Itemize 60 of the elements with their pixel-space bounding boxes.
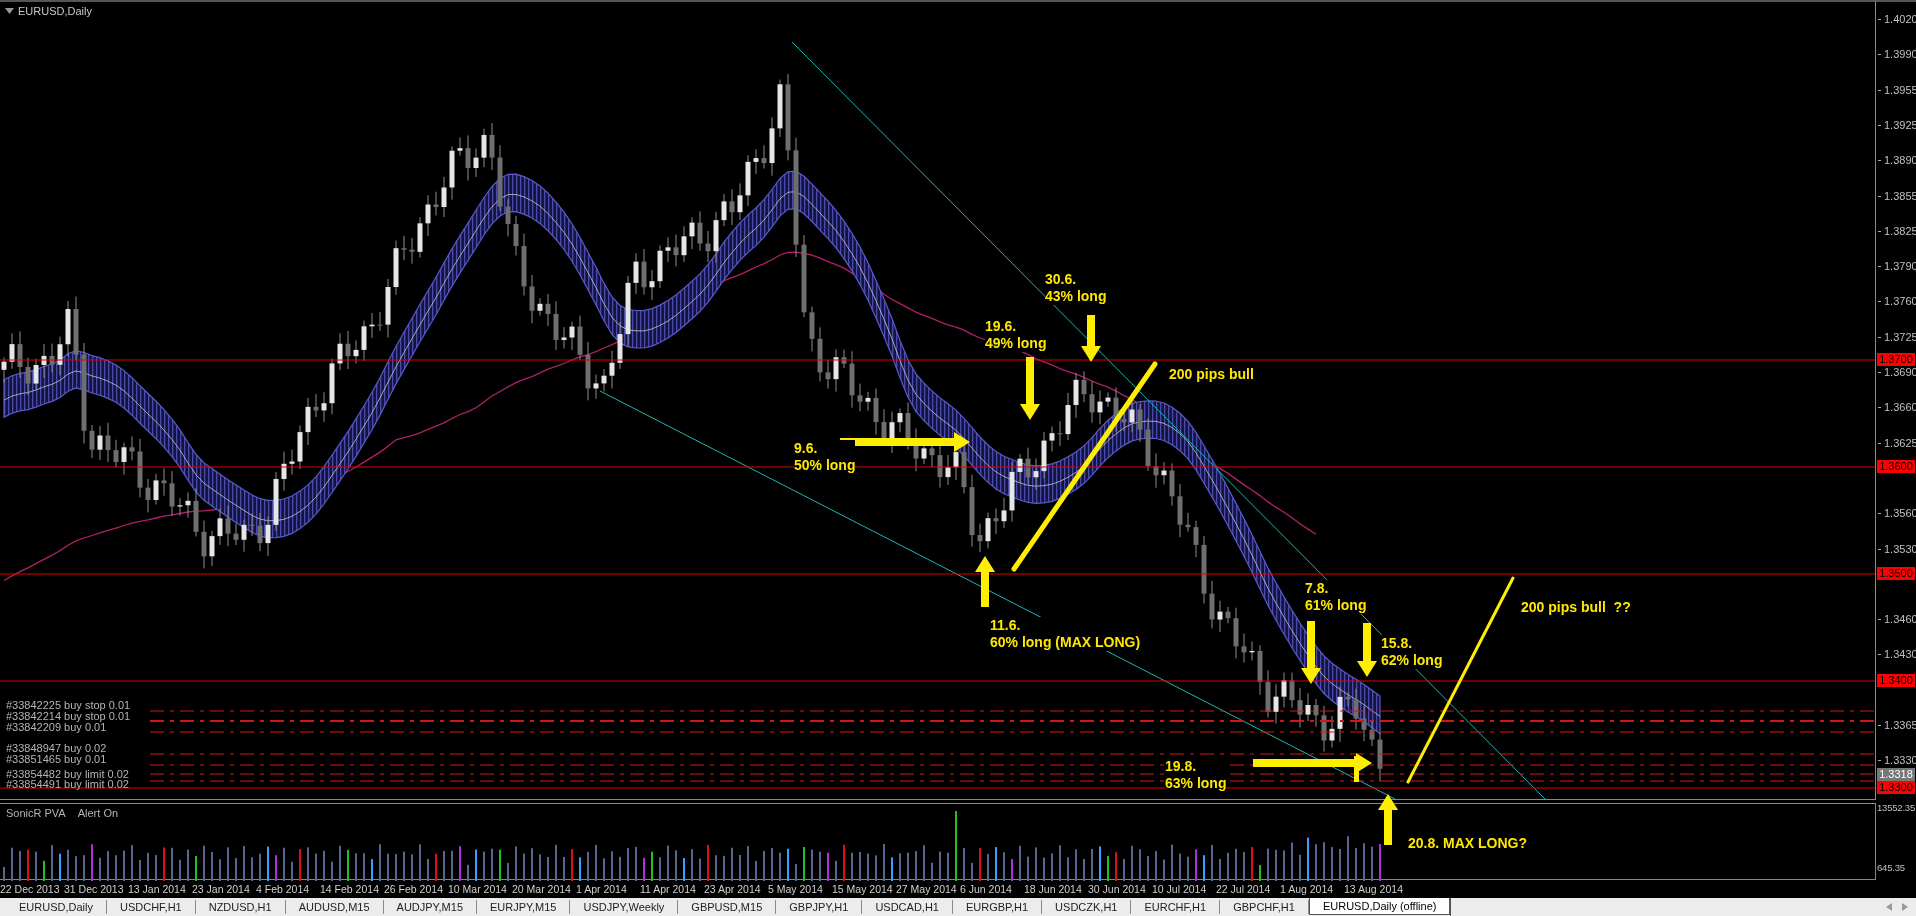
- up-arrow: [975, 556, 995, 607]
- current-price-badge: 1.3318: [1877, 768, 1915, 781]
- order-label: #33848947 buy 0.02: [6, 743, 107, 754]
- price-level-badge: 1.3700: [1877, 353, 1915, 366]
- date-axis-label: 14 Feb 2014: [320, 883, 380, 895]
- date-axis-label: 1 Aug 2014: [1280, 883, 1335, 895]
- price-level-badge: 1.3300: [1877, 781, 1915, 794]
- date-axis-label: 20 Mar 2014: [512, 883, 572, 895]
- order-label: #33842209 buy 0.01: [6, 722, 107, 733]
- marker-bar: [1354, 756, 1359, 782]
- scroll-right-icon[interactable]: [1902, 903, 1908, 911]
- date-axis-label: 22 Jul 2014: [1216, 883, 1272, 895]
- date-axis-label: 11 Apr 2014: [640, 883, 697, 895]
- scroll-left-icon[interactable]: [1886, 903, 1892, 911]
- date-axis-label: 10 Mar 2014: [448, 883, 508, 895]
- annotation-text: 7.8. 61% long: [1305, 580, 1367, 614]
- indicator-axis-label: 645.35: [1877, 862, 1905, 873]
- order-label: #33854491 buy limit 0.02: [6, 779, 129, 790]
- date-axis-label: 22 Dec 2013: [0, 883, 61, 895]
- date-axis-label: 1 Apr 2014: [576, 883, 628, 895]
- date-axis-label: 10 Jul 2014: [1152, 883, 1208, 895]
- down-arrow: [1081, 315, 1101, 362]
- annotation-text: 9.6. 50% long: [794, 440, 856, 474]
- date-axis-label: 5 May 2014: [768, 883, 824, 895]
- date-axis-label: 26 Feb 2014: [384, 883, 444, 895]
- date-axis-label: 27 May 2014: [896, 883, 958, 895]
- chart-title: EURUSD,Daily: [18, 5, 92, 17]
- price-level-badge: 1.3500: [1877, 567, 1915, 580]
- indicator-label: SonicR PVA: [6, 807, 66, 819]
- annotation-text: 30.6. 43% long: [1045, 271, 1107, 305]
- order-label: #33842225 buy stop 0.01: [6, 700, 131, 711]
- order-label: #33851465 buy 0.01: [6, 754, 107, 765]
- annotation-text: 200 pips bull: [1169, 366, 1254, 383]
- date-axis-label: 13 Jan 2014: [128, 883, 187, 895]
- indicator-label: Alert On: [77, 807, 119, 819]
- annotation-text: 19.8. 63% long: [1165, 758, 1227, 792]
- annotation-text: 200 pips bull ??: [1521, 599, 1631, 616]
- date-axis-label: 4 Feb 2014: [256, 883, 311, 895]
- date-axis-label: 13 Aug 2014: [1344, 883, 1404, 895]
- price-level-badge: 1.3600: [1877, 460, 1915, 473]
- down-arrow: [1357, 623, 1377, 677]
- date-axis-label: 15 May 2014: [832, 883, 894, 895]
- price-level-badge: 1.3400: [1877, 674, 1915, 687]
- date-axis-label: 30 Jun 2014: [1088, 883, 1147, 895]
- down-arrow: [1020, 357, 1040, 420]
- annotation-text: 19.6. 49% long: [985, 318, 1047, 352]
- indicator-axis-label: 13552.35: [1877, 802, 1916, 813]
- order-label: #33842214 buy stop 0.01: [6, 711, 131, 722]
- chart-tab[interactable]: EURUSD,Daily (offline): [1308, 898, 1451, 915]
- date-axis-label: 23 Apr 2014: [704, 883, 762, 895]
- date-axis-label: 23 Jan 2014: [192, 883, 251, 895]
- annotation-text: 11.6. 60% long (MAX LONG): [990, 617, 1141, 651]
- date-axis-label: 31 Dec 2013: [64, 883, 125, 895]
- date-axis-label: 18 Jun 2014: [1024, 883, 1083, 895]
- annotation-text: 15.8. 62% long: [1381, 635, 1443, 669]
- dropdown-icon: [5, 8, 14, 14]
- order-label: #33854482 buy limit 0.02: [6, 769, 129, 780]
- down-arrow: [1301, 621, 1321, 684]
- date-axis-label: 6 Jun 2014: [960, 883, 1013, 895]
- up-arrow: [1378, 794, 1398, 845]
